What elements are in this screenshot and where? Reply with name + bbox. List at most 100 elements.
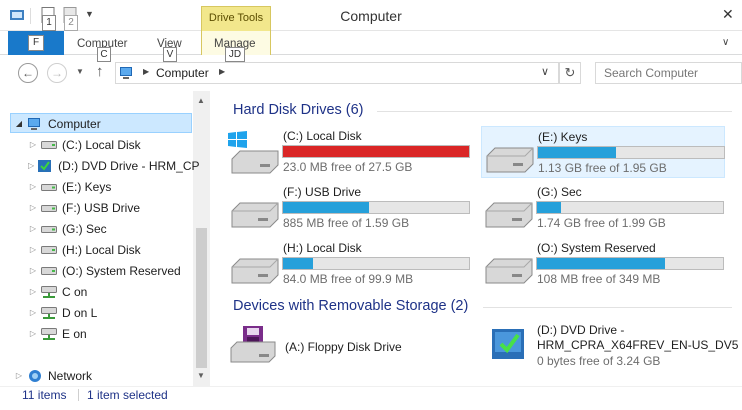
tree-item-d-dvd-drive[interactable]: ▷ (D:) DVD Drive - HRM_CP — [28, 155, 200, 176]
back-button[interactable]: ← — [18, 63, 38, 83]
drive-tile[interactable]: (G:) Sec 1.74 GB free of 1.99 GB — [481, 182, 725, 234]
device-name-line1: (D:) DVD Drive - — [537, 323, 625, 337]
close-icon[interactable]: ✕ — [722, 6, 734, 23]
expand-arrow-icon[interactable]: ▷ — [28, 203, 38, 212]
network-drive-icon — [41, 306, 57, 320]
computer-icon — [119, 66, 135, 83]
expand-arrow-icon[interactable]: ▷ — [28, 140, 38, 149]
drive-tile[interactable]: (F:) USB Drive 885 MB free of 1.59 GB — [227, 182, 471, 234]
tree-item-label: Computer — [48, 116, 101, 131]
drive-tile[interactable]: (E:) Keys 1.13 GB free of 1.95 GB — [481, 126, 725, 178]
drive-usage-bar — [536, 257, 724, 270]
device-name: (A:) Floppy Disk Drive — [285, 340, 402, 354]
drive-usage-fill — [537, 202, 562, 213]
tree-item-label: (E:) Keys — [62, 179, 112, 194]
dvd-drive-icon — [491, 326, 527, 365]
drive-usage-fill — [283, 258, 313, 269]
expand-arrow-icon[interactable]: ▷ — [28, 182, 38, 191]
tree-item-label: C on — [62, 284, 88, 299]
tree-item-label: Network — [48, 368, 93, 383]
usb-drive-icon — [41, 180, 57, 194]
group-divider — [377, 111, 732, 112]
up-arrow-icon[interactable]: ↑ — [96, 63, 104, 80]
tab-computer-key-hint: C — [97, 47, 111, 62]
breadcrumb-separator-icon[interactable]: ▶ — [143, 67, 149, 76]
drive-tile[interactable]: (O:) System Reserved 108 MB free of 349 M… — [481, 238, 725, 290]
tree-item-c-local-disk[interactable]: ▷ (C:) Local Disk — [28, 134, 194, 155]
dvd-drive-icon — [37, 159, 53, 173]
expand-arrow-icon[interactable]: ▷ — [14, 371, 24, 380]
tree-item-f-usb-drive[interactable]: ▷ (F:) USB Drive — [28, 197, 194, 218]
scroll-down-icon[interactable]: ▼ — [197, 371, 205, 380]
breadcrumb-chevron-icon[interactable]: ▶ — [219, 67, 225, 76]
tree-item-computer[interactable]: ◢ Computer — [14, 113, 194, 134]
drive-name: (O:) System Reserved — [537, 241, 656, 255]
drive-name: (H:) Local Disk — [283, 241, 362, 255]
scroll-up-icon[interactable]: ▲ — [197, 96, 205, 105]
tree-item-e-keys[interactable]: ▷ (E:) Keys — [28, 176, 194, 197]
tree-item-h-local-disk[interactable]: ▷ (H:) Local Disk — [28, 239, 194, 260]
drive-free-space: 84.0 MB free of 99.9 MB — [283, 272, 414, 286]
hard-disk-icon — [483, 132, 535, 179]
forward-button[interactable]: → — [47, 63, 67, 83]
tree-item-label: (O:) System Reserved — [62, 263, 181, 278]
usb-drive-icon — [41, 201, 57, 215]
hard-disk-icon — [482, 187, 534, 234]
tree-item-label: E on — [62, 326, 87, 341]
device-tile-dvd[interactable]: (D:) DVD Drive - HRM_CPRA_X64FREV_EN-US_… — [487, 322, 738, 370]
expand-arrow-icon[interactable]: ▷ — [28, 329, 38, 338]
hard-disk-icon — [41, 243, 57, 257]
drive-name: (C:) Local Disk — [283, 129, 362, 143]
drive-tile[interactable]: (C:) Local Disk 23.0 MB free of 27.5 GB — [227, 126, 471, 178]
hard-disk-icon — [41, 264, 57, 278]
expand-arrow-icon[interactable]: ▷ — [28, 161, 34, 170]
tree-item-label: (H:) Local Disk — [62, 242, 141, 257]
drive-free-space: 23.0 MB free of 27.5 GB — [283, 160, 413, 174]
device-free-space: 0 bytes free of 3.24 GB — [537, 354, 661, 368]
expand-arrow-icon[interactable]: ▷ — [28, 245, 38, 254]
breadcrumb-computer[interactable]: Computer — [156, 66, 209, 80]
back-arrow-icon: ← — [22, 66, 34, 80]
status-item-count: 11 items — [22, 388, 67, 402]
hard-disk-icon — [482, 243, 534, 290]
collapse-arrow-icon[interactable]: ◢ — [14, 119, 24, 128]
expand-arrow-icon[interactable]: ▷ — [28, 287, 38, 296]
expand-arrow-icon[interactable]: ▷ — [28, 224, 38, 233]
floppy-drive-icon — [229, 326, 277, 369]
network-drive-icon — [41, 285, 57, 299]
tree-item-d-network-drive[interactable]: ▷ D on L — [28, 302, 194, 323]
tab-view-key-hint: V — [163, 47, 177, 62]
drive-tile[interactable]: (H:) Local Disk 84.0 MB free of 99.9 MB — [227, 238, 471, 290]
tree-item-network[interactable]: ▷ Network — [14, 365, 92, 386]
expand-arrow-icon[interactable]: ▷ — [28, 308, 38, 317]
refresh-button[interactable]: ↻ — [559, 62, 581, 84]
drive-usage-fill — [538, 147, 617, 158]
tree-item-e-network-drive[interactable]: ▷ E on — [28, 323, 194, 344]
network-icon — [27, 369, 43, 383]
search-placeholder: Search Computer — [604, 66, 699, 80]
forward-arrow-icon: → — [51, 66, 63, 80]
expand-arrow-icon[interactable]: ▷ — [28, 266, 38, 275]
nav-scrollbar-thumb[interactable] — [196, 228, 207, 368]
nav-tree-children: ▷ (C:) Local Disk ▷ (D:) DVD Drive - HRM… — [28, 134, 200, 344]
refresh-icon: ↻ — [564, 65, 576, 80]
tree-item-c-network-drive[interactable]: ▷ C on — [28, 281, 194, 302]
status-divider — [78, 389, 79, 401]
device-tile-floppy[interactable]: (A:) Floppy Disk Drive — [229, 322, 473, 370]
group-header-hard-disk-drives[interactable]: Hard Disk Drives (6) — [233, 102, 364, 118]
recent-locations-icon[interactable]: ▼ — [76, 67, 84, 76]
drive-usage-bar — [282, 201, 470, 214]
drive-name: (G:) Sec — [537, 185, 582, 199]
network-drive-icon — [41, 327, 57, 341]
drive-name: (F:) USB Drive — [283, 185, 361, 199]
drive-usage-bar — [536, 201, 724, 214]
drive-free-space: 108 MB free of 349 MB — [537, 272, 661, 286]
tree-item-label: (F:) USB Drive — [62, 200, 140, 215]
tree-item-o-system-reserved[interactable]: ▷ (O:) System Reserved — [28, 260, 194, 281]
drive-usage-fill — [537, 258, 666, 269]
address-dropdown-icon[interactable]: ∨ — [541, 65, 549, 78]
tree-item-g-sec[interactable]: ▷ (G:) Sec — [28, 218, 194, 239]
group-header-removable-storage[interactable]: Devices with Removable Storage (2) — [233, 298, 468, 314]
window-title: Computer — [340, 8, 402, 24]
ribbon-expand-icon[interactable]: ∨ — [722, 37, 729, 48]
